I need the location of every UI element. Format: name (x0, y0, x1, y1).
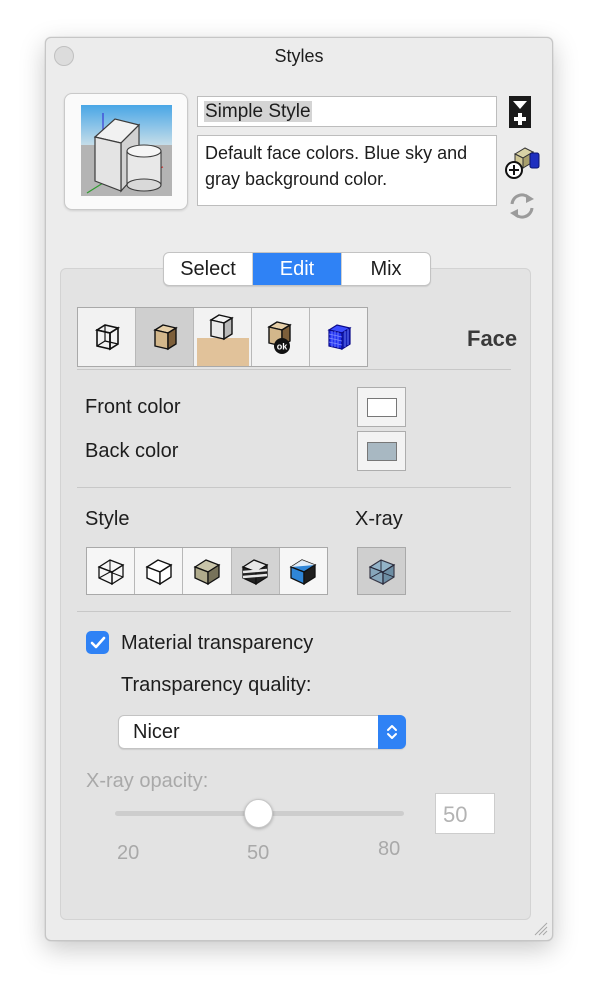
background-settings-icon (196, 314, 249, 366)
tab-mix[interactable]: Mix (341, 253, 430, 285)
shaded-style-button[interactable] (182, 548, 230, 594)
monochrome-icon (289, 559, 317, 586)
material-transparency-checkbox[interactable] (86, 631, 109, 654)
hidden-line-style-button[interactable] (134, 548, 182, 594)
watermark-settings-tab[interactable]: ok (251, 308, 309, 366)
xray-opacity-label: X-ray opacity: (86, 770, 209, 792)
shaded-with-textures-style-button[interactable] (230, 548, 279, 594)
window-title: Styles (274, 46, 324, 66)
style-name-text: Simple Style (204, 101, 312, 122)
divider (77, 369, 511, 370)
edge-settings-icon (94, 324, 120, 351)
create-new-style-icon[interactable] (503, 144, 541, 180)
divider (77, 611, 511, 612)
tab-select[interactable]: Select (164, 253, 252, 285)
wireframe-icon (97, 559, 125, 586)
back-color-label: Back color (85, 440, 179, 462)
style-preview-image (81, 105, 172, 196)
slider-tick-label: 50 (247, 842, 270, 864)
modeling-settings-tab[interactable] (309, 308, 367, 366)
xray-label: X-ray (355, 508, 403, 530)
front-color-label: Front color (85, 396, 181, 418)
face-settings-tab[interactable] (135, 308, 193, 366)
xray-icon (368, 559, 395, 586)
xray-toggle-button[interactable] (357, 547, 406, 595)
transparency-quality-value: Nicer (133, 721, 180, 743)
hidden-line-icon (145, 559, 173, 586)
back-color-swatch (366, 441, 397, 461)
background-settings-tab[interactable] (193, 308, 251, 366)
title-bar: Styles (46, 38, 552, 74)
front-color-swatch (366, 397, 397, 417)
transparency-quality-label: Transparency quality: (121, 674, 312, 696)
settings-tab-bar: ok (77, 307, 368, 367)
style-label: Style (85, 508, 130, 530)
material-transparency-label: Material transparency (121, 632, 314, 654)
style-description-field[interactable]: Default face colors. Blue sky and gray b… (197, 135, 497, 206)
front-color-button[interactable] (357, 387, 406, 427)
face-settings-icon (152, 324, 178, 351)
wireframe-style-button[interactable] (87, 548, 134, 594)
shaded-with-textures-icon (241, 559, 269, 586)
styles-window: Styles Simple Style Default face colors.… (45, 37, 553, 941)
slider-tick-label: 80 (378, 838, 401, 860)
select-arrows-icon (378, 715, 406, 749)
face-style-bar (86, 547, 328, 595)
shaded-icon (193, 559, 221, 586)
monochrome-style-button[interactable] (278, 548, 327, 594)
xray-opacity-field[interactable]: 50 (435, 793, 495, 834)
transparency-quality-select[interactable]: Nicer (118, 715, 406, 749)
section-title: Face (467, 326, 518, 351)
checkmark-icon (90, 636, 105, 648)
slider-tick-label: 20 (117, 842, 140, 864)
svg-text:ok: ok (276, 342, 287, 352)
back-color-button[interactable] (357, 431, 406, 471)
divider (77, 487, 511, 488)
resize-grip-icon[interactable] (532, 920, 548, 936)
watermark-settings-icon: ok (266, 321, 292, 354)
modeling-settings-icon (326, 324, 352, 351)
mode-segmented-control: Select Edit Mix (163, 252, 431, 286)
tab-edit[interactable]: Edit (252, 253, 341, 285)
style-thumbnail[interactable] (64, 93, 188, 210)
xray-opacity-slider-knob[interactable] (244, 799, 273, 828)
details-menu-icon[interactable] (509, 96, 531, 128)
style-name-field[interactable]: Simple Style (197, 96, 497, 127)
edge-settings-tab[interactable] (78, 308, 135, 366)
update-style-icon[interactable] (508, 191, 536, 221)
